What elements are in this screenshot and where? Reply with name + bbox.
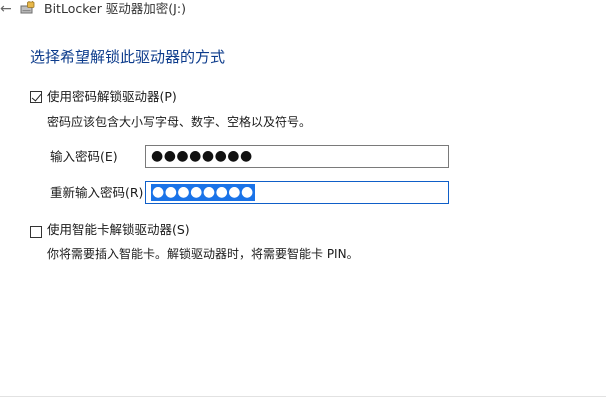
checkmark-icon bbox=[31, 91, 42, 102]
page-heading: 选择希望解锁此驱动器的方式 bbox=[30, 48, 226, 66]
drive-lock-icon bbox=[20, 0, 35, 16]
enter-password-input[interactable]: ●●●●●●●● bbox=[145, 145, 449, 168]
title-bar: ← BitLocker 驱动器加密(J:) bbox=[0, 0, 606, 22]
window-title: BitLocker 驱动器加密(J:) bbox=[44, 1, 186, 16]
back-arrow-icon[interactable]: ← bbox=[0, 1, 14, 17]
smartcard-hint: 你将需要插入智能卡。解锁驱动器时，将需要智能卡 PIN。 bbox=[47, 247, 359, 261]
reenter-password-value: ●●●●●●●● bbox=[151, 184, 255, 201]
password-option-label[interactable]: 使用密码解锁驱动器(P) bbox=[47, 89, 177, 105]
enter-password-label: 输入密码(E) bbox=[50, 149, 118, 164]
reenter-password-label: 重新输入密码(R) bbox=[50, 185, 144, 200]
smartcard-option-label[interactable]: 使用智能卡解锁驱动器(S) bbox=[47, 222, 190, 238]
divider bbox=[0, 396, 606, 397]
password-checkbox[interactable] bbox=[30, 91, 42, 103]
enter-password-value: ●●●●●●●● bbox=[151, 148, 253, 164]
reenter-password-input[interactable]: ●●●●●●●● bbox=[145, 181, 449, 204]
bitlocker-window: ← BitLocker 驱动器加密(J:) 选择希望解锁此驱动器的方式 使用密码… bbox=[0, 0, 606, 400]
smartcard-checkbox[interactable] bbox=[30, 226, 42, 238]
password-hint: 密码应该包含大小写字母、数字、空格以及符号。 bbox=[47, 115, 312, 129]
